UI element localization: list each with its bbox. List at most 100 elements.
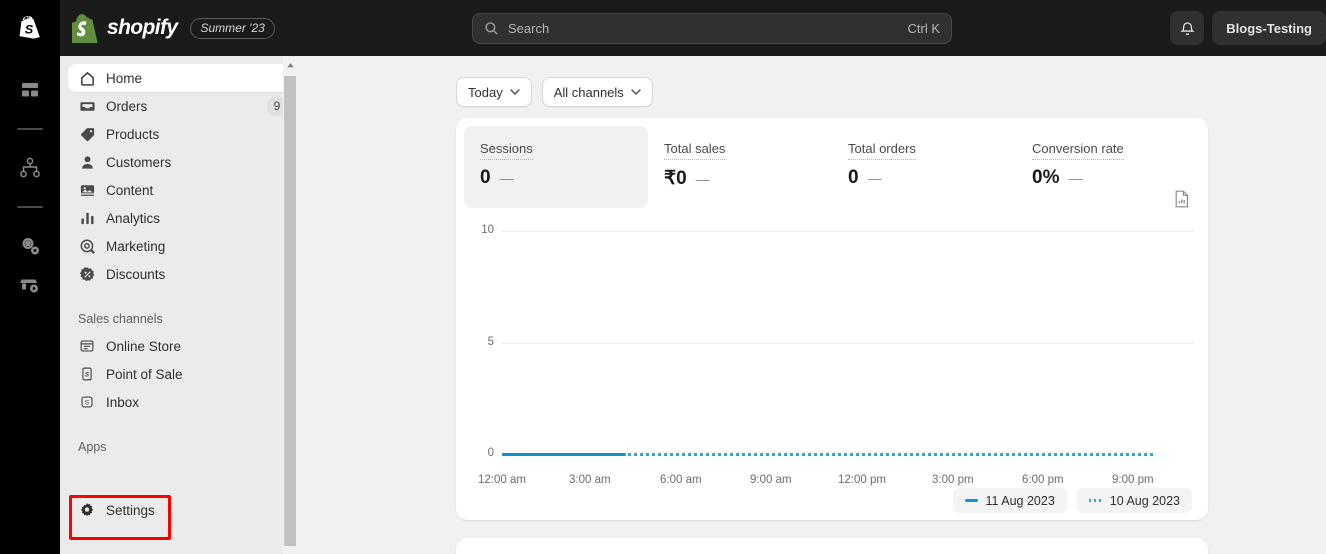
y-tick: 10 (481, 224, 494, 236)
sidebar-item-label: Customers (106, 154, 172, 170)
scroll-up-arrow-icon[interactable] (283, 58, 297, 72)
metric-label: Conversion rate (1032, 141, 1124, 160)
chart-legend: 11 Aug 2023 10 Aug 2023 (456, 488, 1208, 513)
sidebar-item-orders[interactable]: Orders 9 (68, 92, 297, 120)
metric-delta: — (695, 171, 710, 187)
legend-dotted-line-swatch (1088, 499, 1102, 502)
store-name-button[interactable]: Blogs-Testing (1212, 11, 1326, 45)
sidebar-section-apps[interactable]: Apps › (68, 434, 297, 460)
sidebar-item-label: Point of Sale (106, 366, 183, 382)
svg-text:S: S (25, 22, 34, 36)
secondary-card (456, 538, 1208, 554)
sidebar-item-discounts[interactable]: Discounts (68, 260, 297, 288)
inbox-channel-icon: S (78, 393, 96, 411)
x-tick: 9:00 am (750, 474, 792, 486)
gear-icon (78, 501, 96, 519)
notifications-button[interactable] (1170, 11, 1205, 45)
filter-label: Today (468, 84, 503, 100)
sidebar-item-label: Discounts (106, 266, 166, 282)
legend-label: 11 Aug 2023 (985, 493, 1055, 508)
sidebar-item-label: Home (106, 70, 143, 86)
extension-rail: S (0, 0, 60, 554)
nav-spacer-1 (68, 288, 297, 306)
metric-label: Sessions (480, 141, 533, 160)
x-tick: 9:00 pm (1112, 474, 1154, 486)
sidebar-item-home[interactable]: Home (68, 64, 297, 92)
search-input[interactable]: Search Ctrl K (472, 13, 952, 44)
sidebar-item-label: Products (106, 126, 160, 142)
metric-label: Total orders (848, 141, 916, 160)
discounts-percent-icon (78, 265, 96, 283)
metric-delta: — (867, 170, 882, 186)
sidebar-item-inbox[interactable]: S Inbox (68, 388, 297, 416)
sidebar-item-content[interactable]: Content (68, 176, 297, 204)
shopify-admin-screen: S shopify Summer '23 Search Ctrl K Blogs… (0, 0, 1326, 554)
metric-delta: — (1068, 170, 1083, 186)
sidebar-item-point-of-sale[interactable]: S Point of Sale (68, 360, 297, 388)
metric-value-row: ₹0 — (664, 167, 816, 190)
x-tick: 6:00 am (660, 474, 702, 486)
metric-value: 0% (1032, 167, 1060, 188)
section-label: Sales channels (78, 312, 163, 326)
metric-value-row: 0 — (848, 167, 1000, 189)
brand-wordmark: shopify (107, 16, 178, 39)
chevron-down-icon (631, 89, 641, 95)
channel-filter-button[interactable]: All channels (541, 77, 653, 107)
apps-grid-icon[interactable] (15, 75, 45, 105)
shopify-brand[interactable]: shopify Summer '23 (72, 13, 275, 43)
sidebar-scrollbar-thumb[interactable] (284, 76, 296, 546)
bell-icon (1180, 21, 1195, 35)
analytics-bars-icon (78, 209, 96, 227)
products-tag-icon (78, 125, 96, 143)
sidebar-item-label: Online Store (106, 338, 182, 354)
sidebar-item-analytics[interactable]: Analytics (68, 204, 297, 232)
shopify-bag-logo[interactable]: S (13, 10, 47, 50)
search-shortcut: Ctrl K (907, 21, 941, 36)
sidebar-item-online-store[interactable]: Online Store (68, 332, 297, 360)
sidebar-item-customers[interactable]: Customers (68, 148, 297, 176)
metric-conversion-rate[interactable]: Conversion rate 0% — (1016, 126, 1200, 208)
search-icon (485, 22, 498, 35)
filter-label: All channels (553, 84, 624, 100)
gridline-10 (501, 231, 1194, 232)
metric-sessions[interactable]: Sessions 0 — (464, 126, 648, 208)
metric-label: Total sales (664, 141, 726, 160)
sidebar-item-label: Marketing (106, 238, 166, 254)
sidebar-item-marketing[interactable]: Marketing (68, 232, 297, 260)
sessions-chart: 10 5 0 12:00 am 3:00 am 6:00 am 9:00 am … (456, 210, 1208, 486)
store-settings-icon[interactable] (15, 269, 45, 299)
report-document-icon[interactable] (1174, 190, 1190, 208)
metric-value-row: 0% — (1032, 167, 1184, 189)
overview-card: Sessions 0 — Total sales ₹0 — Total orde… (456, 118, 1208, 520)
x-tick: 6:00 pm (1022, 474, 1064, 486)
sitemap-icon[interactable] (15, 153, 45, 183)
metrics-row: Sessions 0 — Total sales ₹0 — Total orde… (456, 118, 1208, 208)
point-of-sale-icon: S (78, 365, 96, 383)
customer-person-icon (78, 153, 96, 171)
metric-total-sales[interactable]: Total sales ₹0 — (648, 126, 832, 208)
sidebar-item-settings[interactable]: Settings (68, 496, 165, 524)
customer-settings-icon[interactable] (15, 231, 45, 261)
chevron-down-icon (510, 89, 520, 95)
sidebar-item-products[interactable]: Products (68, 120, 297, 148)
legend-item[interactable]: 11 Aug 2023 (952, 488, 1067, 513)
date-range-filter-button[interactable]: Today (456, 77, 532, 107)
gridline-5 (501, 343, 1194, 344)
y-tick: 0 (487, 447, 494, 459)
sidebar-section-sales-channels[interactable]: Sales channels › (68, 306, 297, 332)
shopify-logo-icon (72, 13, 98, 43)
rail-divider-1 (17, 128, 43, 130)
svg-text:S: S (85, 400, 90, 407)
content-image-icon (78, 181, 96, 199)
home-icon (78, 69, 96, 87)
sidebar-item-label: Orders (106, 98, 148, 114)
release-pill: Summer '23 (190, 17, 275, 39)
legend-item[interactable]: 10 Aug 2023 (1076, 488, 1192, 513)
x-tick: 3:00 pm (932, 474, 974, 486)
sidebar-item-label: Analytics (106, 210, 161, 226)
top-bar-actions: Blogs-Testing (1170, 11, 1326, 45)
legend-solid-line-swatch (964, 499, 978, 502)
metric-total-orders[interactable]: Total orders 0 — (832, 126, 1016, 208)
search-placeholder: Search (508, 21, 550, 36)
metric-delta: — (499, 170, 514, 186)
